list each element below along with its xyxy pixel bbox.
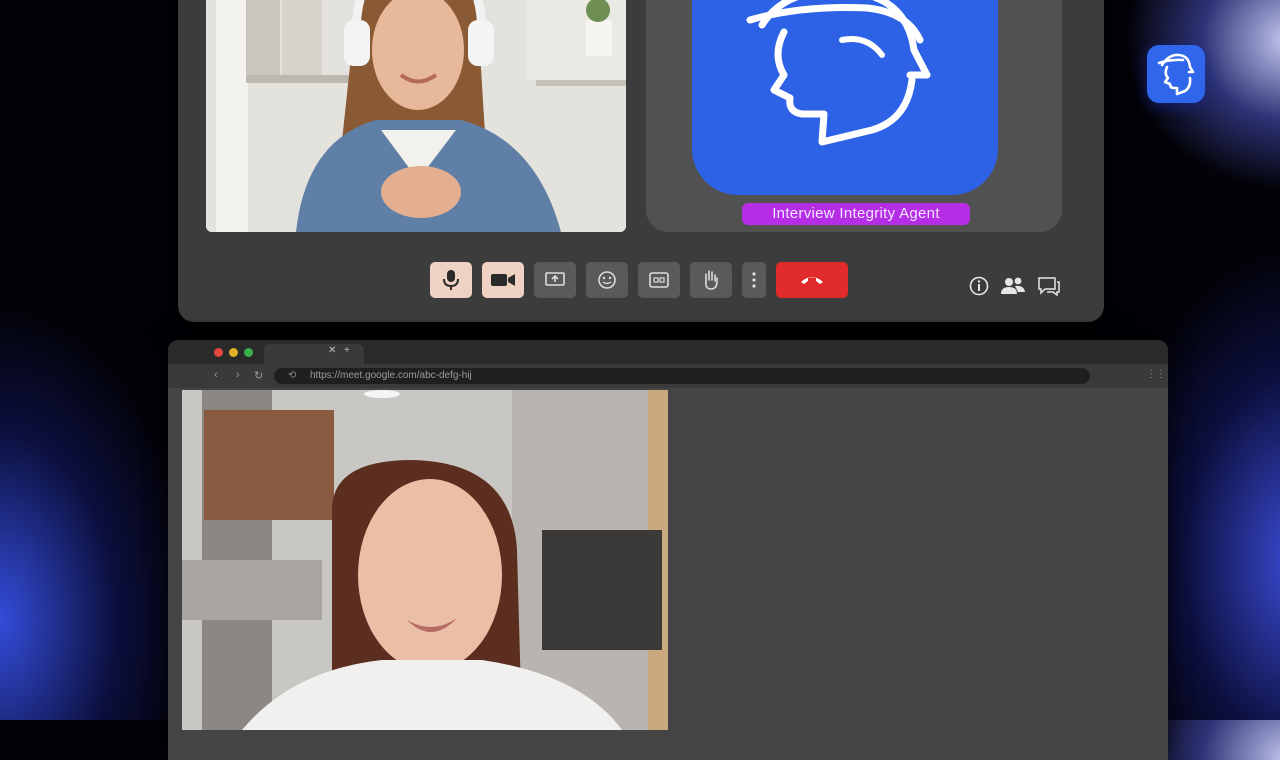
address-bar[interactable]: ⟲ https://meet.google.com/abc-defg-hij: [274, 368, 1090, 384]
helmet-head-icon: [1157, 53, 1195, 96]
new-tab-icon[interactable]: +: [344, 345, 350, 356]
maximize-window-button[interactable]: [244, 348, 253, 357]
browser-window: ✕ + ‹ › ↻ ⟲ https://meet.google.com/abc-…: [168, 340, 1168, 760]
camera-icon: [491, 274, 515, 286]
address-bar-url: https://meet.google.com/abc-defg-hij: [310, 370, 472, 381]
more-options-button[interactable]: [742, 262, 766, 298]
microphone-button[interactable]: [430, 262, 472, 298]
captions-icon: [649, 272, 669, 288]
participant-video-tile[interactable]: [206, 0, 626, 232]
agent-name-label: Interview Integrity Agent: [742, 203, 970, 225]
agent-logo: [692, 0, 998, 195]
raise-hand-icon: [705, 270, 718, 290]
back-icon[interactable]: ‹: [214, 369, 218, 381]
microphone-icon: [443, 270, 459, 290]
present-screen-button[interactable]: [534, 262, 576, 298]
chat-button[interactable]: [1036, 274, 1062, 298]
reload-icon[interactable]: ↻: [254, 369, 263, 382]
site-info-icon[interactable]: ⟲: [288, 370, 296, 381]
hang-up-icon: [801, 277, 823, 284]
browser-menu-icon[interactable]: ⋮⋮: [1146, 369, 1166, 380]
participant-video-image: [206, 0, 626, 232]
info-icon: [969, 276, 989, 296]
captions-button[interactable]: [638, 262, 680, 298]
emoji-reactions-button[interactable]: [586, 262, 628, 298]
self-camera-image: [182, 390, 668, 730]
agent-tile[interactable]: Interview Integrity Agent: [646, 0, 1062, 232]
people-icon: [1001, 277, 1025, 294]
self-camera-preview[interactable]: [182, 390, 668, 730]
browser-navbar: ‹ › ↻ ⟲ https://meet.google.com/abc-defg…: [168, 364, 1168, 388]
emoji-icon: [598, 271, 616, 289]
minimize-window-button[interactable]: [229, 348, 238, 357]
camera-button[interactable]: [482, 262, 524, 298]
info-button[interactable]: [966, 274, 992, 298]
more-vertical-icon: [752, 272, 756, 288]
people-button[interactable]: [1000, 274, 1026, 298]
forward-icon[interactable]: ›: [236, 369, 240, 381]
present-screen-icon: [545, 272, 565, 286]
browser-titlebar: ✕ +: [168, 340, 1168, 364]
app-badge[interactable]: [1147, 45, 1205, 103]
chat-icon: [1038, 277, 1060, 297]
end-call-button[interactable]: [776, 262, 848, 298]
tab-close-icon[interactable]: ✕: [328, 345, 336, 356]
close-window-button[interactable]: [214, 348, 223, 357]
meeting-window: Interview Integrity Agent: [178, 0, 1104, 322]
raise-hand-button[interactable]: [690, 262, 732, 298]
helmet-head-icon: [746, 0, 931, 146]
